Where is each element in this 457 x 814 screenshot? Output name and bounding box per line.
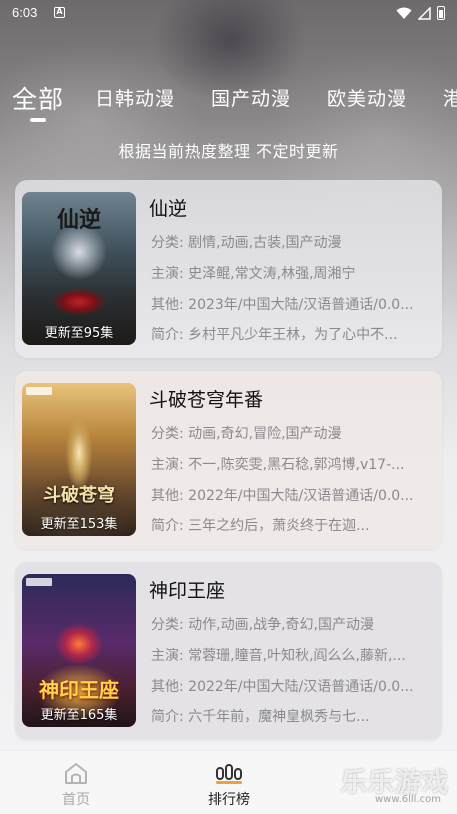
cast-text: 主演: 常蓉珊,瞳音,叶知秋,阎么么,藤新,... <box>151 648 406 664</box>
poster-image: 斗破苍穹 更新至153集 <box>22 383 136 536</box>
poster-image: 神印王座 更新至165集 <box>22 574 136 727</box>
tab-domestic-anime[interactable]: 国产动漫 <box>211 84 291 111</box>
home-icon <box>65 763 87 784</box>
tab-western-anime[interactable]: 欧美动漫 <box>327 84 407 111</box>
synopsis-text: 简介: 三年之约后，萧炎终于在迦... <box>151 518 370 534</box>
anime-card[interactable]: 神印王座 更新至165集 神印王座 分类: 动作,动画,战争,奇幻,国产动漫 主… <box>15 562 442 740</box>
poster-title-art: 神印王座 <box>39 678 119 702</box>
poster-logo-badge <box>26 578 52 586</box>
tab-japan-korea-anime[interactable]: 日韩动漫 <box>95 84 175 111</box>
watermark-logo: 乐乐游戏 www.6lll.com <box>341 762 451 812</box>
episode-update-label: 更新至165集 <box>40 708 118 723</box>
notification-icon: A <box>54 7 65 18</box>
cellular-signal-icon <box>418 6 431 20</box>
other-info-text: 其他: 2023年/中国大陆/汉语普通话/0.0... <box>151 297 414 313</box>
synopsis-text: 简介: 六千年前，魔神皇枫秀与七... <box>151 709 370 725</box>
cast-text: 主演: 不一,陈奕雯,黑石稔,郭鸿博,v17-... <box>151 457 405 473</box>
anime-card[interactable]: 仙逆 更新至95集 仙逆 分类: 剧情,动画,古装,国产动漫 主演: 史泽鲲,常… <box>15 180 442 358</box>
category-text: 分类: 动作,动画,战争,奇幻,国产动漫 <box>151 617 374 633</box>
status-bar: 6:03 A <box>0 0 457 26</box>
episode-update-label: 更新至153集 <box>40 517 118 532</box>
anime-title: 神印王座 <box>149 580 226 602</box>
wifi-icon <box>396 7 412 19</box>
nav-home-label: 首页 <box>62 792 90 808</box>
other-info-text: 其他: 2022年/中国大陆/汉语普通话/0.0... <box>151 488 414 504</box>
tab-active-indicator <box>30 118 46 122</box>
poster-image: 仙逆 更新至95集 <box>22 192 136 345</box>
category-text: 分类: 剧情,动画,古装,国产动漫 <box>151 235 342 251</box>
anime-title: 斗破苍穹年番 <box>149 389 264 411</box>
ranking-icon <box>216 764 242 784</box>
tab-all[interactable]: 全部 <box>12 80 64 116</box>
watermark-site: www.6lll.com <box>374 794 441 805</box>
nav-ranking[interactable]: 排行榜 <box>184 761 274 809</box>
poster-title-art: 斗破苍穹 <box>43 485 115 506</box>
poster-title-art: 仙逆 <box>56 207 101 233</box>
anime-title: 仙逆 <box>149 198 188 220</box>
nav-home[interactable]: 首页 <box>31 761 121 809</box>
episode-update-label: 更新至95集 <box>44 326 114 341</box>
nav-ranking-label: 排行榜 <box>208 792 250 808</box>
ranking-subtitle: 根据当前热度整理 不定时更新 <box>118 142 339 161</box>
status-time: 6:03 <box>12 5 38 20</box>
anime-card[interactable]: 斗破苍穹 更新至153集 斗破苍穹年番 分类: 动画,奇幻,冒险,国产动漫 主演… <box>15 371 442 549</box>
synopsis-text: 简介: 乡村平凡少年王林，为了心中不... <box>151 327 398 343</box>
category-text: 分类: 动画,奇幻,冒险,国产动漫 <box>151 426 342 442</box>
battery-icon <box>437 6 445 20</box>
status-icons <box>396 6 445 20</box>
other-info-text: 其他: 2022年/中国大陆/汉语普通话/0.0... <box>151 679 414 695</box>
poster-logo-badge <box>26 387 52 395</box>
category-tabs: 全部 日韩动漫 国产动漫 欧美动漫 港 <box>0 74 457 124</box>
cast-text: 主演: 史泽鲲,常文涛,林强,周湘宁 <box>151 266 356 282</box>
tab-hongkong[interactable]: 港 <box>443 84 457 111</box>
